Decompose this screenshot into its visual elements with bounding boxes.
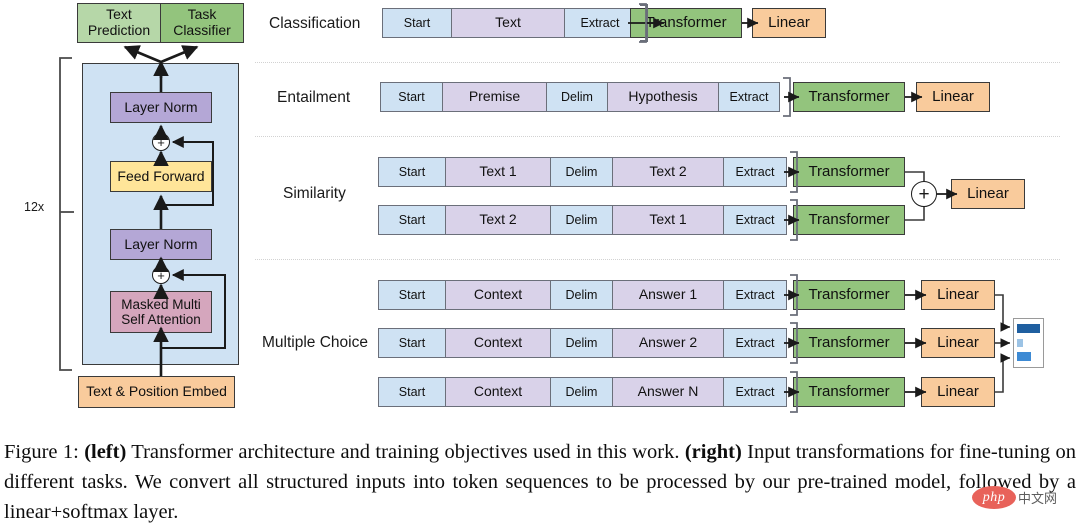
token-segment-start: Start (378, 328, 446, 358)
token-segment-extract: Extract (723, 377, 787, 407)
task-label-classification: Classification (269, 15, 361, 32)
transformer-box: Transformer (793, 82, 905, 112)
task-label-similarity: Similarity (283, 185, 346, 202)
token-segment-delim: Delim (546, 82, 608, 112)
linear-box: Linear (752, 8, 826, 38)
caption-bold-left: (left) (84, 441, 127, 463)
token-segment-text-1: Text 1 (612, 205, 724, 235)
token-segment-text-2: Text 2 (445, 205, 551, 235)
softmax-output-chart (1013, 318, 1044, 368)
token-segment-start: Start (378, 377, 446, 407)
token-segment-context: Context (445, 377, 551, 407)
linear-box: Linear (916, 82, 990, 112)
masked-multi-self-attention: Masked Multi Self Attention (110, 291, 212, 333)
token-segment-extract: Extract (723, 157, 787, 187)
layer-norm-top: Layer Norm (110, 92, 212, 123)
token-segment-start: Start (380, 82, 443, 112)
token-segment-premise: Premise (442, 82, 547, 112)
token-segment-extract: Extract (723, 280, 787, 310)
figure-1: Text Prediction Task Classifier Layer No… (0, 0, 1080, 530)
caption-prefix: Figure 1: (4, 441, 85, 463)
transformer-box: Transformer (630, 8, 742, 38)
residual-add-top: + (152, 133, 170, 151)
layer-norm-bottom: Layer Norm (110, 229, 212, 260)
softmax-bar (1017, 352, 1031, 361)
repeat-12x-label: 12x (24, 200, 45, 214)
transformer-box: Transformer (793, 280, 905, 310)
token-segment-answer-1: Answer 1 (612, 280, 724, 310)
softmax-bar (1017, 339, 1023, 347)
token-segment-delim: Delim (550, 328, 613, 358)
figure-caption: Figure 1: (left) Transformer architectur… (4, 437, 1076, 527)
linear-box: Linear (921, 377, 995, 407)
separator-2 (255, 136, 1060, 137)
token-segment-text: Text (451, 8, 565, 38)
plus-icon: + (157, 267, 165, 283)
text-prediction-head: Text Prediction (77, 3, 161, 43)
token-segment-context: Context (445, 328, 551, 358)
caption-bold-right: (right) (684, 441, 742, 463)
softmax-bar (1017, 324, 1040, 333)
token-segment-extract: Extract (564, 8, 636, 38)
feed-forward: Feed Forward (110, 161, 212, 192)
token-segment-delim: Delim (550, 157, 613, 187)
token-segment-context: Context (445, 280, 551, 310)
token-segment-answer-2: Answer 2 (612, 328, 724, 358)
token-segment-extract: Extract (718, 82, 780, 112)
residual-add-bottom: + (152, 266, 170, 284)
token-segment-delim: Delim (550, 377, 613, 407)
task-classifier-head: Task Classifier (160, 3, 244, 43)
token-segment-start: Start (382, 8, 452, 38)
linear-box: Linear (921, 280, 995, 310)
token-segment-text-1: Text 1 (445, 157, 551, 187)
token-segment-answer-n: Answer N (612, 377, 724, 407)
text-position-embed: Text & Position Embed (78, 376, 235, 408)
plus-icon: + (157, 134, 165, 150)
caption-mid: Transformer architecture and training ob… (126, 441, 685, 463)
separator-3 (255, 259, 1060, 260)
task-label-entailment: Entailment (277, 89, 351, 106)
token-segment-start: Start (378, 157, 446, 187)
linear-box: Linear (951, 179, 1025, 209)
linear-box: Linear (921, 328, 995, 358)
task-label-multiple-choice: Multiple Choice (262, 334, 368, 351)
token-segment-delim: Delim (550, 205, 613, 235)
transformer-box: Transformer (793, 328, 905, 358)
token-segment-hypothesis: Hypothesis (607, 82, 719, 112)
token-segment-extract: Extract (723, 328, 787, 358)
transformer-box: Transformer (793, 157, 905, 187)
token-segment-extract: Extract (723, 205, 787, 235)
plus-icon: + (918, 183, 930, 205)
token-segment-text-2: Text 2 (612, 157, 724, 187)
transformer-box: Transformer (793, 377, 905, 407)
token-segment-delim: Delim (550, 280, 613, 310)
transformer-box: Transformer (793, 205, 905, 235)
separator-1 (255, 62, 1060, 63)
token-segment-start: Start (378, 280, 446, 310)
token-segment-start: Start (378, 205, 446, 235)
similarity-combiner: + (911, 181, 937, 207)
